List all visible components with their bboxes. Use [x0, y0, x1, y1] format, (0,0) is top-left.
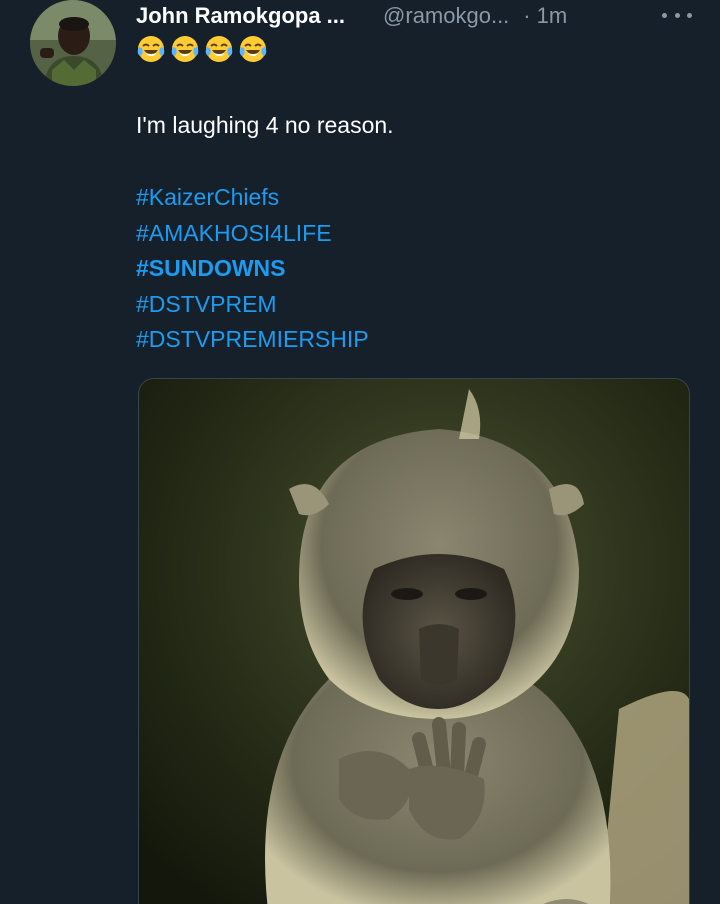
user-avatar-icon: [30, 0, 116, 86]
hashtag-link[interactable]: #SUNDOWNS: [136, 251, 369, 287]
avatar[interactable]: [30, 0, 116, 86]
hashtag-link[interactable]: #DSTVPREMIERSHIP: [136, 322, 369, 358]
tears-of-joy-emoji-icon: [205, 36, 233, 62]
hashtag-link[interactable]: #DSTVPREM: [136, 287, 369, 323]
more-horizontal-icon[interactable]: [662, 2, 692, 28]
tears-of-joy-emoji-icon: [137, 36, 165, 62]
tweet[interactable]: John Ramokgopa ... @ramokgo... · 1m I'm …: [0, 0, 720, 904]
hashtag-link[interactable]: #AMAKHOSI4LIFE: [136, 216, 369, 252]
tweet-media[interactable]: [138, 378, 690, 904]
hashtag-list: #KaizerChiefs #AMAKHOSI4LIFE #SUNDOWNS #…: [136, 180, 369, 358]
tweet-text: I'm laughing 4 no reason.: [136, 112, 394, 138]
baboon-photo-icon: [139, 379, 689, 904]
timestamp[interactable]: 1m: [537, 3, 568, 29]
hashtag-link[interactable]: #KaizerChiefs: [136, 180, 369, 216]
emoji-row: [136, 34, 268, 68]
display-name[interactable]: John Ramokgopa ...: [136, 3, 345, 29]
user-handle[interactable]: @ramokgo...: [383, 3, 509, 29]
separator-dot: ·: [523, 3, 531, 28]
tweet-header: John Ramokgopa ... @ramokgo... · 1m: [136, 0, 696, 32]
tears-of-joy-emoji-icon: [171, 36, 199, 62]
tears-of-joy-emoji-icon: [239, 36, 267, 62]
